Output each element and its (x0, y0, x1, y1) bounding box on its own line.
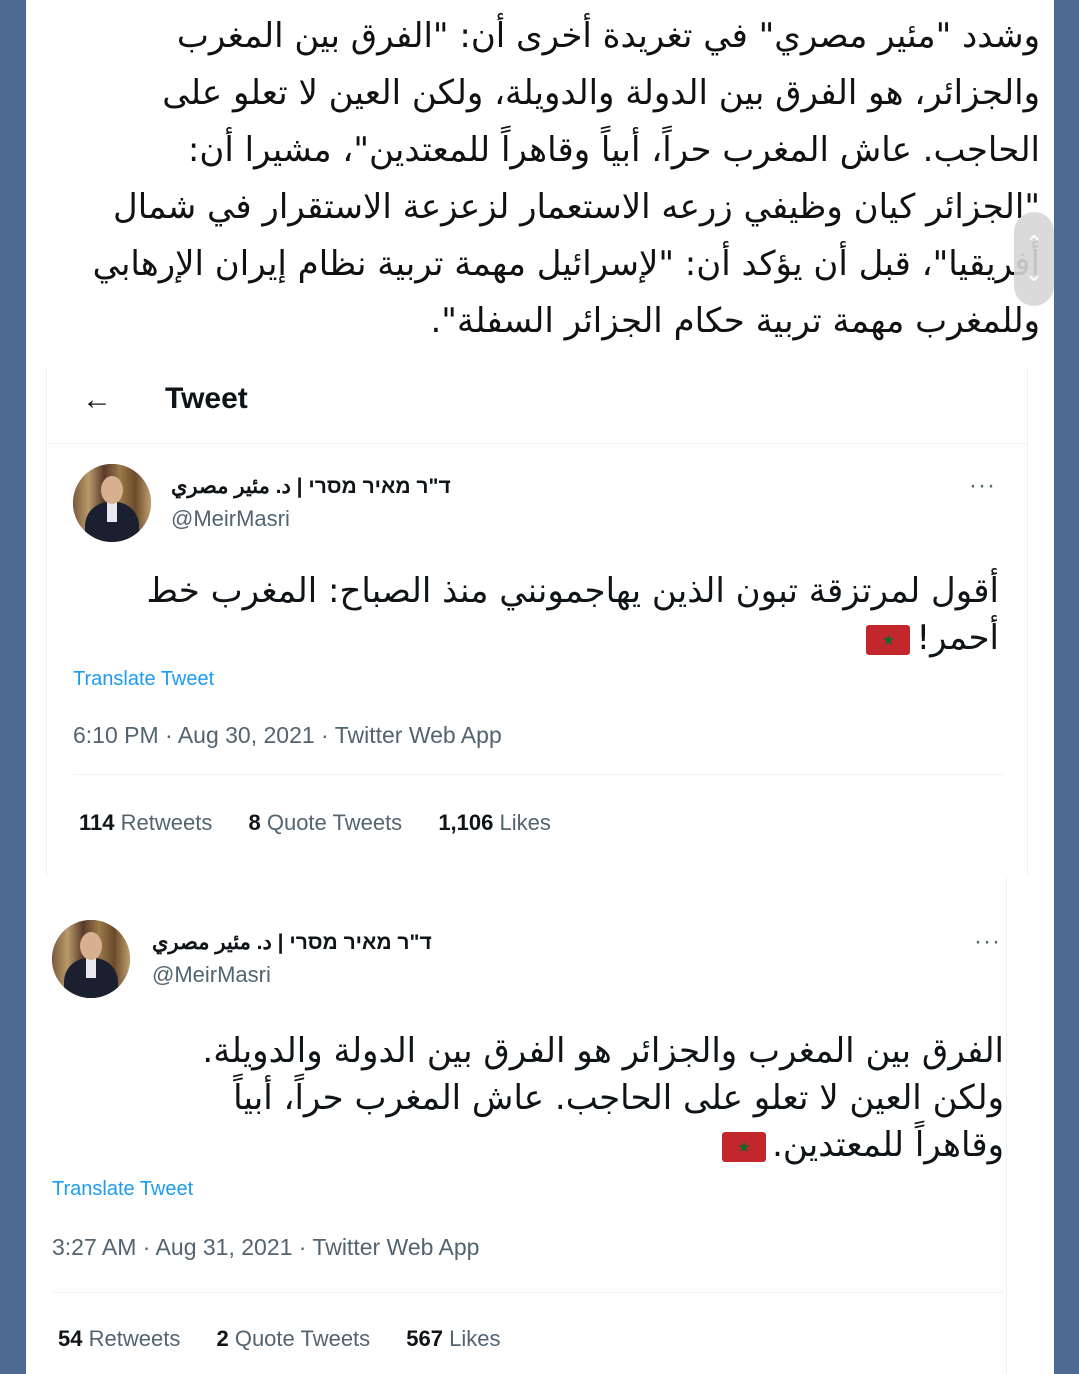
more-options-icon[interactable]: ··· (974, 928, 1001, 956)
quote-tweets-count[interactable]: 8 Quote Tweets (248, 810, 402, 835)
tweet-stats: 54 Retweets 2 Quote Tweets 567 Likes (58, 1326, 531, 1352)
translate-tweet-link[interactable]: Translate Tweet (73, 668, 214, 691)
divider (52, 1292, 1004, 1293)
divider (73, 774, 1003, 775)
tweet-text-line-2: أحمر! (77, 615, 999, 662)
article-line: الحاجب. عاش المغرب حراً، أبياً وقاهراً ل… (187, 130, 1040, 170)
likes-count[interactable]: 567 Likes (406, 1326, 500, 1351)
tweet-text-line: ولكن العين لا تعلو على الحاجب. عاش المغر… (233, 1078, 1004, 1118)
article-line: أفريقيا"، قبل أن يؤكد أن: "لإسرائيل مهمة… (92, 244, 1040, 284)
tweet-timestamp[interactable]: 3:27 AM · Aug 31, 2021 · Twitter Web App (52, 1234, 479, 1261)
author-name[interactable]: ד"ר מאיר מסרי | د. مئير مصري (171, 474, 451, 499)
scroll-handle[interactable]: ⌃ ⌄ (1014, 212, 1054, 306)
author-handle[interactable]: @MeirMasri (171, 506, 290, 532)
likes-count[interactable]: 1,106 Likes (438, 810, 551, 835)
morocco-flag-icon (722, 1131, 767, 1162)
tweet-text-line-3: وقاهراً للمعتدين. (52, 1122, 1004, 1169)
article-line: "الجزائر كيان وظيفي زرعه الاستعمار لزعزع… (113, 187, 1040, 227)
tweet-text-line: الفرق بين المغرب والجزائر هو الفرق بين ا… (202, 1031, 1004, 1071)
tweet-card-1: ← Tweet ד"ר מאיר מסרי | د. مئير مصري @Me… (46, 368, 1028, 876)
article-text: وشدد "مئير مصري" في تغريدة أخرى أن: "الف… (46, 8, 1040, 350)
tweet-text: الفرق بين المغرب والجزائر هو الفرق بين ا… (52, 1028, 1004, 1169)
avatar[interactable] (52, 920, 130, 998)
article-line: والجزائر، هو الفرق بين الدولة والدويلة، … (162, 73, 1040, 113)
tweet-text-line: أقول لمرتزقة تبون الذين يهاجمونني منذ ال… (146, 571, 999, 611)
arrow-left-icon[interactable]: ← (77, 380, 117, 420)
quote-tweets-count[interactable]: 2 Quote Tweets (216, 1326, 370, 1351)
tweet-text: أقول لمرتزقة تبون الذين يهاجمونني منذ ال… (77, 568, 999, 662)
translate-tweet-link[interactable]: Translate Tweet (52, 1178, 193, 1201)
retweets-count[interactable]: 54 Retweets (58, 1326, 180, 1351)
morocco-flag-icon (866, 624, 911, 655)
tweet-timestamp[interactable]: 6:10 PM · Aug 30, 2021 · Twitter Web App (73, 722, 502, 749)
chevron-down-icon: ⌄ (1024, 262, 1044, 287)
tweet-card-2: ד"ר מאיר מסרי | د. مئير مصري @MeirMasri … (26, 878, 1007, 1374)
author-handle[interactable]: @MeirMasri (152, 962, 271, 988)
chevron-up-icon: ⌃ (1024, 232, 1044, 257)
tweet-header-bar: ← Tweet (47, 368, 1027, 444)
page: وشدد "مئير مصري" في تغريدة أخرى أن: "الف… (26, 0, 1054, 1374)
article-line: وشدد "مئير مصري" في تغريدة أخرى أن: "الف… (176, 16, 1040, 56)
retweets-count[interactable]: 114 Retweets (79, 810, 212, 835)
more-options-icon[interactable]: ··· (969, 472, 996, 500)
tweet-stats: 114 Retweets 8 Quote Tweets 1,106 Likes (79, 810, 581, 836)
article-line: وللمغرب مهمة تربية حكام الجزائر السفلة". (430, 301, 1041, 341)
author-name[interactable]: ד"ר מאיר מסרי | د. مئير مصري (152, 930, 432, 955)
page-title: Tweet (165, 382, 248, 415)
avatar[interactable] (73, 464, 151, 542)
